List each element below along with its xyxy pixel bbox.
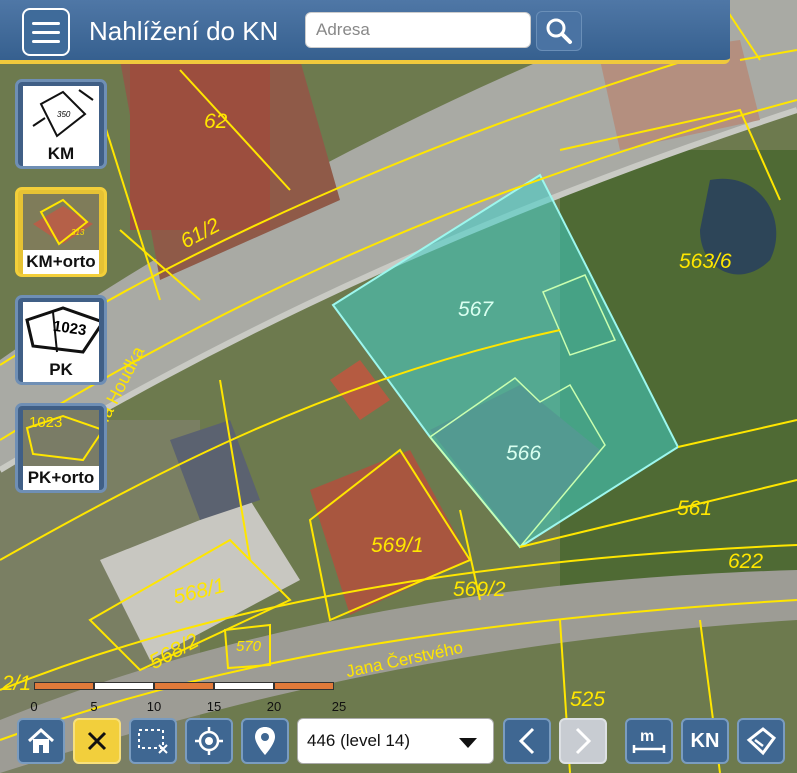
- home-button[interactable]: [17, 718, 65, 764]
- app-title: Nahlížení do KN: [89, 16, 279, 46]
- close-selection-button[interactable]: [73, 718, 121, 764]
- layer-km-orto-thumb-number: 313: [71, 228, 85, 237]
- chevron-right-icon: [575, 727, 592, 755]
- parcel-label-563-6: 563/6: [679, 250, 732, 273]
- parcel-label-570: 570: [236, 638, 262, 655]
- layer-pk-button[interactable]: 1023 PK: [15, 295, 107, 385]
- layer-pk-orto-thumb-number: 1023: [29, 414, 63, 431]
- chevron-down-icon: [459, 738, 477, 748]
- previous-button[interactable]: [503, 718, 551, 764]
- top-header: Nahlížení do KN: [0, 0, 730, 64]
- parcel-label-62: 62: [204, 110, 228, 133]
- home-icon: [27, 727, 55, 753]
- layer-km-orto-thumbnail: 313: [23, 194, 99, 250]
- zoom-level-select[interactable]: 446 (level 14): [297, 718, 494, 764]
- hamburger-icon: [32, 21, 60, 25]
- layer-km-orto-button[interactable]: 313 KM+orto: [15, 187, 107, 277]
- locate-me-button[interactable]: [185, 718, 233, 764]
- layer-km-orto-label: KM+orto: [23, 250, 99, 274]
- map-pin-icon: [255, 727, 275, 755]
- chevron-left-icon: [518, 727, 535, 755]
- parcel-label-566: 566: [506, 442, 542, 465]
- scale-tick-15: 15: [206, 699, 222, 714]
- crosshair-icon: [195, 727, 223, 755]
- parcel-select-button[interactable]: [737, 718, 785, 764]
- scale-tick-20: 20: [266, 699, 282, 714]
- layer-km-thumbnail: 350: [23, 86, 99, 142]
- layer-km-button[interactable]: 350 KM: [15, 79, 107, 169]
- scale-tick-0: 0: [30, 699, 38, 714]
- parcel-label-569-1: 569/1: [371, 534, 424, 557]
- address-search-input[interactable]: [305, 12, 531, 48]
- parcel-label-525: 525: [570, 688, 606, 711]
- measure-icon: m: [632, 728, 666, 753]
- parcel-label-561: 561: [677, 497, 713, 520]
- layer-pk-thumbnail: 1023: [23, 302, 99, 358]
- layer-km-label: KM: [23, 142, 99, 166]
- parcel-polygon-icon: [746, 727, 777, 756]
- menu-button[interactable]: [22, 8, 70, 56]
- place-marker-button[interactable]: [241, 718, 289, 764]
- parcel-label-622: 622: [728, 550, 764, 573]
- parcel-label-2-1: 2/1: [2, 672, 32, 695]
- kn-info-button[interactable]: KN: [681, 718, 729, 764]
- layer-pk-orto-label: PK+orto: [23, 466, 99, 490]
- layer-pk-label: PK: [23, 358, 99, 382]
- svg-text:m: m: [640, 728, 654, 745]
- clear-selection-button[interactable]: [129, 718, 177, 764]
- next-button[interactable]: [559, 718, 607, 764]
- cadastral-map[interactable]: 62 61/2 567 566 563/6 561 622 569/1 569/…: [0, 0, 797, 773]
- layer-pk-orto-thumbnail: 1023: [23, 410, 99, 466]
- parcel-label-567: 567: [458, 298, 494, 321]
- parcel-label-569-2: 569/2: [453, 578, 506, 601]
- layer-pk-orto-button[interactable]: 1023 PK+orto: [15, 403, 107, 493]
- layer-km-thumb-number: 350: [57, 110, 71, 119]
- scale-tick-5: 5: [90, 699, 98, 714]
- scale-tick-10: 10: [146, 699, 162, 714]
- search-icon: [546, 18, 572, 44]
- search-button[interactable]: [536, 11, 582, 51]
- measure-button[interactable]: m: [625, 718, 673, 764]
- zoom-level-value: 446 (level 14): [307, 731, 411, 750]
- select-clear-icon: [138, 729, 168, 754]
- close-icon: [87, 731, 107, 751]
- kn-label: KN: [690, 729, 720, 752]
